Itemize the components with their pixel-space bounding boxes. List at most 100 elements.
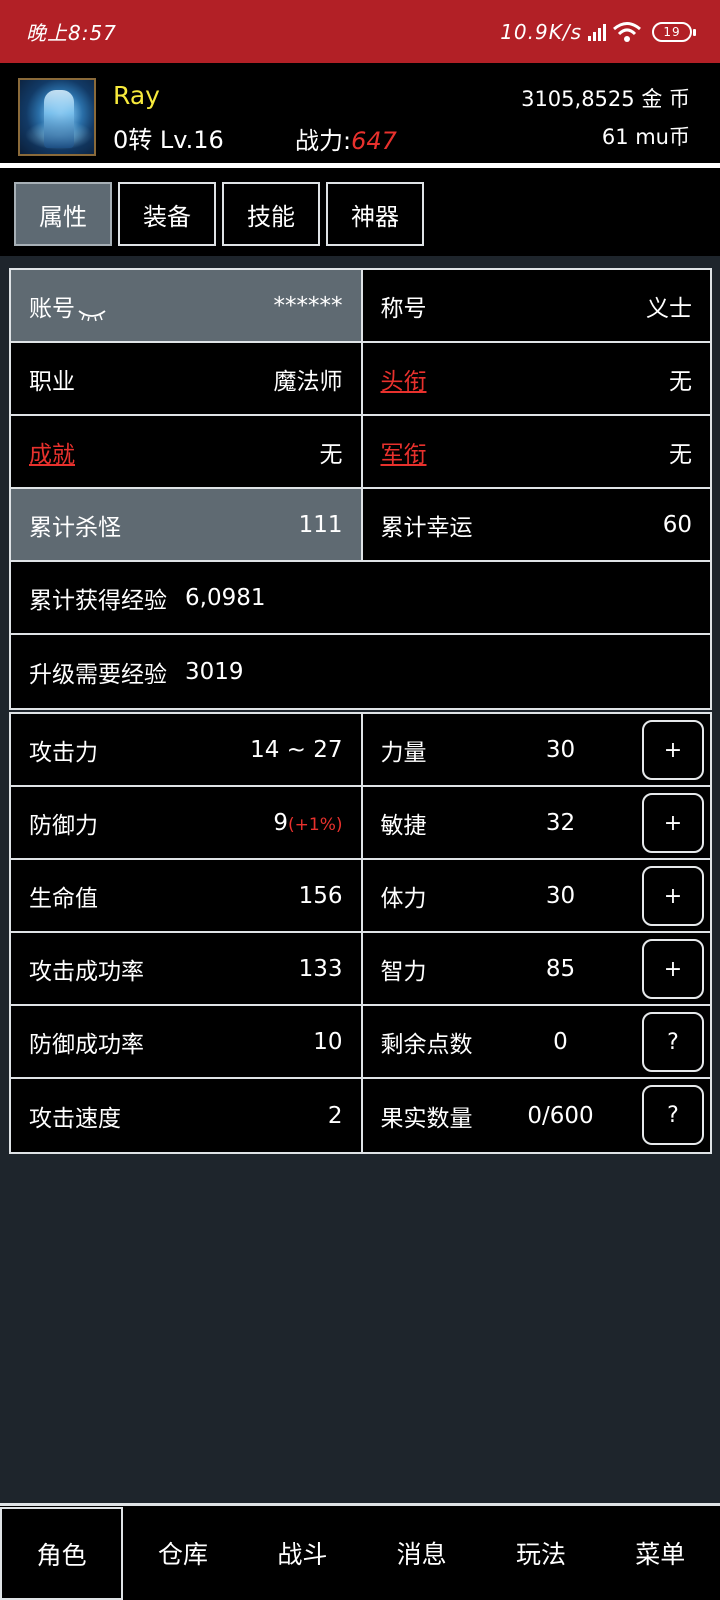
attack-cell: 攻击力 14 ~ 27 <box>11 714 361 785</box>
combat-power: 战力:647 <box>295 121 397 156</box>
player-avatar[interactable] <box>18 78 96 156</box>
attack-rate-cell: 攻击成功率 133 <box>11 933 361 1004</box>
tab-artifact[interactable]: 神器 <box>326 182 424 246</box>
defense-value: 9 <box>273 809 289 836</box>
eye-closed-icon[interactable] <box>77 302 107 322</box>
nav-gameplay[interactable]: 玩法 <box>481 1506 600 1600</box>
exp-total-value: 6,0981 <box>185 584 266 611</box>
info-row: 成就 无 军衔 无 <box>11 416 710 489</box>
attack-value: 14 ~ 27 <box>250 736 343 763</box>
kills-label: 累计杀怪 <box>29 514 121 541</box>
remaining-points-cell: 剩余点数 0 ? <box>360 1006 711 1077</box>
hp-value: 156 <box>298 882 343 909</box>
player-header: Ray 0转 Lv.16 战力:647 3105,8525 金 币 61 mu币 <box>0 63 720 163</box>
combat-power-label: 战力: <box>295 127 352 155</box>
agility-value: 32 <box>545 809 576 836</box>
kills-value: 111 <box>298 511 343 538</box>
achievement-value: 无 <box>319 441 343 468</box>
intelligence-value: 85 <box>545 955 576 982</box>
attack-rate-value: 133 <box>298 955 343 982</box>
attack-speed-value: 2 <box>327 1102 343 1129</box>
stats-grid: 攻击力 14 ~ 27 力量 30 + 防御力 9(+1%) 敏捷 32 + 生… <box>9 712 712 1154</box>
signal-icon <box>588 23 606 41</box>
add-strength-button[interactable]: + <box>642 720 704 780</box>
fruit-count-cell: 果实数量 0/600 ? <box>360 1079 711 1152</box>
attack-speed-label: 攻击速度 <box>29 1105 121 1132</box>
defense-rate-label: 防御成功率 <box>29 1031 144 1058</box>
add-intelligence-button[interactable]: + <box>642 939 704 999</box>
mu-currency: 61 mu币 <box>601 125 690 149</box>
rank-value: 无 <box>669 368 692 395</box>
class-label: 职业 <box>29 368 75 395</box>
combat-power-value: 647 <box>351 127 397 155</box>
class-value: 魔法师 <box>273 368 343 395</box>
exp-need-cell: 升级需要经验 3019 <box>11 635 710 708</box>
intelligence-cell: 智力 85 + <box>360 933 711 1004</box>
info-row: 累计杀怪 111 累计幸运 60 <box>11 489 710 562</box>
strength-cell: 力量 30 + <box>360 714 711 785</box>
stat-row: 攻击速度 2 果实数量 0/600 ? <box>11 1079 710 1152</box>
strength-value: 30 <box>545 736 576 763</box>
attack-rate-label: 攻击成功率 <box>29 958 144 985</box>
luck-label: 累计幸运 <box>380 514 473 541</box>
defense-cell: 防御力 9(+1%) <box>11 787 361 858</box>
points-help-button[interactable]: ? <box>642 1012 704 1072</box>
nav-warehouse[interactable]: 仓库 <box>123 1506 242 1600</box>
tab-equipment[interactable]: 装备 <box>118 182 216 246</box>
military-rank-link[interactable]: 军衔 <box>381 435 427 469</box>
defense-rate-value: 10 <box>313 1028 343 1055</box>
account-label: 账号 <box>29 295 75 322</box>
player-level: 0转 Lv.16 <box>113 126 224 154</box>
tab-attributes[interactable]: 属性 <box>14 182 112 246</box>
attack-label: 攻击力 <box>29 739 98 766</box>
add-stamina-button[interactable]: + <box>642 866 704 926</box>
title-label: 称号 <box>380 295 427 322</box>
luck-cell: 累计幸运 60 <box>360 489 711 560</box>
rank-link[interactable]: 头衔 <box>381 362 427 396</box>
stat-row: 防御力 9(+1%) 敏捷 32 + <box>11 787 710 860</box>
add-agility-button[interactable]: + <box>642 793 704 853</box>
class-cell: 职业 魔法师 <box>11 343 361 414</box>
hp-cell: 生命值 156 <box>11 860 361 931</box>
gold-amount: 3105,8525 金 币 <box>521 87 690 111</box>
defense-bonus: (+1%) <box>288 814 343 835</box>
fruit-count-label: 果实数量 <box>380 1105 473 1132</box>
stat-row: 攻击成功率 133 智力 85 + <box>11 933 710 1006</box>
kills-cell: 累计杀怪 111 <box>11 489 361 560</box>
military-rank-value: 无 <box>669 441 692 468</box>
intelligence-label: 智力 <box>380 958 427 985</box>
stat-row: 防御成功率 10 剩余点数 0 ? <box>11 1006 710 1079</box>
status-bar: 晚上8:57 10.9K/s 19 <box>0 0 720 63</box>
remaining-points-value: 0 <box>553 1028 568 1055</box>
nav-messages[interactable]: 消息 <box>362 1506 481 1600</box>
achievement-cell: 成就 无 <box>11 416 361 487</box>
nav-menu[interactable]: 菜单 <box>601 1506 720 1600</box>
achievement-link[interactable]: 成就 <box>29 435 75 469</box>
exp-need-value: 3019 <box>185 658 244 685</box>
info-grid: 账号 ****** 称号 义士 职业 魔法师 头衔 无 成就 无 军衔 无 累计… <box>9 268 712 710</box>
info-row: 累计获得经验 6,0981 <box>11 562 710 635</box>
military-cell: 军衔 无 <box>360 416 711 487</box>
fruit-help-button[interactable]: ? <box>642 1085 704 1145</box>
attack-speed-cell: 攻击速度 2 <box>11 1079 361 1152</box>
account-value: ****** <box>273 292 343 319</box>
nav-character[interactable]: 角色 <box>0 1507 124 1600</box>
remaining-points-label: 剩余点数 <box>380 1031 473 1058</box>
tab-bar: 属性 装备 技能 神器 <box>14 182 424 246</box>
nav-battle[interactable]: 战斗 <box>243 1506 362 1600</box>
strength-label: 力量 <box>380 739 427 766</box>
stamina-cell: 体力 30 + <box>360 860 711 931</box>
exp-need-label: 升级需要经验 <box>29 661 167 688</box>
tab-skills[interactable]: 技能 <box>222 182 320 246</box>
status-icons: 10.9K/s 19 <box>500 20 696 44</box>
title-cell: 称号 义士 <box>360 270 711 341</box>
status-time: 晚上8:57 <box>26 21 117 45</box>
info-row: 账号 ****** 称号 义士 <box>11 270 710 343</box>
battery-icon: 19 <box>652 21 696 42</box>
stamina-value: 30 <box>545 882 576 909</box>
defense-label: 防御力 <box>29 812 98 839</box>
agility-cell: 敏捷 32 + <box>360 787 711 858</box>
account-cell: 账号 ****** <box>11 270 361 341</box>
title-value: 义士 <box>646 295 692 322</box>
defense-rate-cell: 防御成功率 10 <box>11 1006 361 1077</box>
